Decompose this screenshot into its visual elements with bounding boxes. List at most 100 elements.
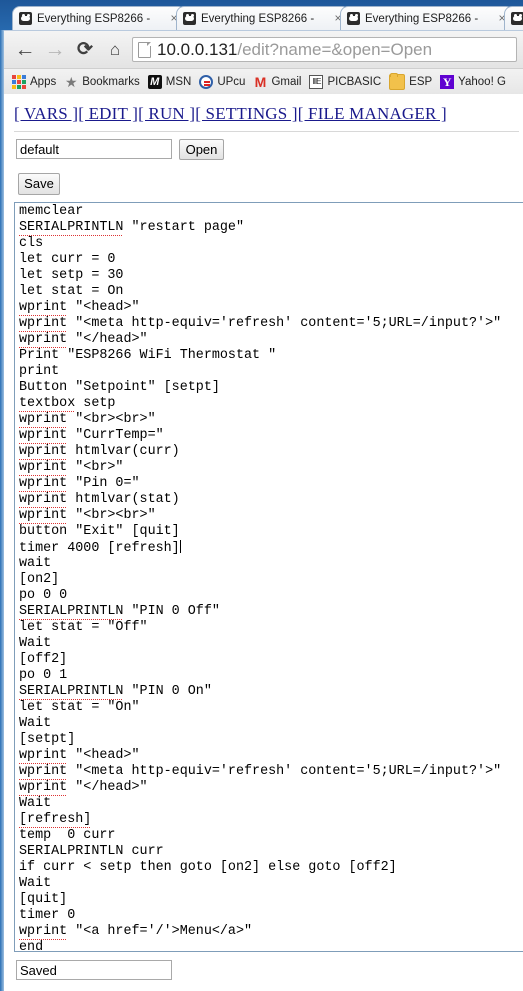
home-icon[interactable]: ⌂ <box>102 38 128 62</box>
code-line: button "Exit" [quit] <box>19 524 180 539</box>
url-text: 10.0.0.131/edit?name=&open=Open <box>157 40 432 60</box>
tab-title: Everything ESP8266 - <box>37 12 151 25</box>
bookmark-label: ESP <box>409 76 433 88</box>
page-nav-links: [ VARS ][ EDIT ][ RUN ][ SETTINGS ][ FIL… <box>14 104 447 124</box>
spellcheck-word: wprint <box>19 924 68 940</box>
page-viewport: [ VARS ][ EDIT ][ RUN ][ SETTINGS ][ FIL… <box>4 94 523 991</box>
code-line: wprint htmlvar(stat) <box>19 492 180 508</box>
code-line: temp 0 curr <box>19 828 116 843</box>
code-line: wprint "<meta http-equiv='refresh' conte… <box>19 316 502 332</box>
reload-icon[interactable]: ⟳ <box>72 38 98 62</box>
bookmark-bookmarks[interactable]: ★ Bookmarks <box>64 75 140 89</box>
picbasic-icon: IIIE <box>309 75 324 89</box>
code-line: Wait <box>19 716 52 731</box>
code-line: po 0 1 <box>19 668 68 683</box>
code-line: let curr = 0 <box>19 252 116 267</box>
bookmark-apps[interactable]: Apps <box>12 75 56 89</box>
code-line: wprint "CurrTemp=" <box>19 428 164 444</box>
tab-title: Everything ESP8266 - <box>201 12 315 25</box>
browser-tab-4[interactable] <box>504 6 523 30</box>
code-line: wprint "<head>" <box>19 300 140 316</box>
code-line: Button "Setpoint" [setpt] <box>19 380 220 395</box>
back-icon[interactable]: ← <box>12 38 38 62</box>
spellcheck-word: wprint <box>19 412 68 428</box>
nav-link-file-manager[interactable]: [ FILE MANAGER ] <box>298 104 447 123</box>
spellcheck-word: wprint <box>19 428 68 444</box>
code-line: let stat = "On" <box>19 700 140 715</box>
text-caret <box>179 540 181 553</box>
spellcheck-word: SERIALPRINTLN <box>19 684 124 700</box>
status-field[interactable] <box>16 960 172 980</box>
forward-icon[interactable]: → <box>42 38 68 62</box>
browser-tab-1[interactable]: Everything ESP8266 - × <box>12 6 186 30</box>
spellcheck-word: wprint <box>19 300 68 316</box>
code-line: [on2] <box>19 572 60 587</box>
spellcheck-word: wprint <box>19 764 68 780</box>
spellcheck-word: SERIALPRINTLN <box>19 220 124 236</box>
browser-chrome: Everything ESP8266 - × Everything ESP826… <box>0 0 523 98</box>
bookmark-esp[interactable]: ESP <box>389 73 433 90</box>
bookmark-label: Bookmarks <box>82 76 140 88</box>
page-document-icon <box>138 41 151 58</box>
spellcheck-word: wprint <box>19 748 68 764</box>
tab-strip: Everything ESP8266 - × Everything ESP826… <box>0 0 523 30</box>
navigation-toolbar: ← → ⟳ ⌂ 10.0.0.131/edit?name=&open=Open <box>4 30 523 69</box>
code-line: Wait <box>19 636 52 651</box>
code-line: let stat = "Off" <box>19 620 148 635</box>
bookmark-upcu[interactable]: UPcu <box>199 75 245 89</box>
code-line: Wait <box>19 876 52 891</box>
bookmark-msn[interactable]: M MSN <box>147 75 192 89</box>
yahoo-icon: Y <box>440 75 455 89</box>
nav-link-settings[interactable]: [ SETTINGS ] <box>195 104 298 123</box>
code-line: SERIALPRINTLN "PIN 0 On" <box>19 684 212 700</box>
code-line: [setpt] <box>19 732 76 747</box>
code-line: [refresh] <box>19 812 523 828</box>
bookmark-label: PICBASIC <box>327 76 382 88</box>
code-line: Print "ESP8266 WiFi Thermostat " <box>19 348 277 363</box>
code-line: SERIALPRINTLN curr <box>19 844 164 859</box>
browser-tab-3[interactable]: Everything ESP8266 - × <box>340 6 514 30</box>
code-line: end <box>19 940 44 952</box>
spellcheck-word: wprint <box>19 444 68 460</box>
esp-favicon-icon <box>511 12 523 25</box>
esp-favicon-icon <box>19 12 32 25</box>
browser-tab-2[interactable]: Everything ESP8266 - × <box>176 6 350 30</box>
nav-link-vars[interactable]: [ VARS ] <box>14 104 78 123</box>
upcu-icon <box>199 75 214 89</box>
msn-icon: M <box>147 75 162 89</box>
code-line: print <box>19 364 60 379</box>
bookmark-gmail[interactable]: M Gmail <box>253 75 302 89</box>
code-line: wait <box>19 556 52 571</box>
bookmark-label: MSN <box>165 76 192 88</box>
nav-link-run[interactable]: [ RUN ] <box>138 104 195 123</box>
bookmark-label: UPcu <box>217 76 246 88</box>
spellcheck-word: textbox <box>19 396 76 412</box>
bookmark-picbasic[interactable]: IIIE PICBASIC <box>309 75 381 89</box>
esp-favicon-icon <box>347 12 360 25</box>
code-editor-textarea[interactable]: memclear SERIALPRINTLN "restart page" cls l… <box>14 202 523 952</box>
code-line: memclear <box>19 204 84 219</box>
open-button[interactable]: Open <box>179 139 224 160</box>
address-bar[interactable]: 10.0.0.131/edit?name=&open=Open <box>132 37 517 62</box>
nav-link-edit[interactable]: [ EDIT ] <box>78 104 138 123</box>
bookmark-label: Gmail <box>271 76 302 88</box>
code-line: if curr < setp then goto [on2] else goto… <box>19 860 397 875</box>
code-line: wprint "<br>" <box>19 460 124 476</box>
code-content: memclear SERIALPRINTLN "restart page" cls l… <box>19 204 523 952</box>
bookmarks-bar: Apps ★ Bookmarks M MSN UPcu M Gmail IIIE… <box>4 68 523 95</box>
url-host: 10.0.0.131 <box>157 39 238 59</box>
code-line: wprint "</head>" <box>19 780 148 796</box>
bookmark-yahoo[interactable]: Y Yahoo! G <box>440 75 506 89</box>
save-button[interactable]: Save <box>18 173 60 195</box>
spellcheck-word: wprint <box>19 508 68 524</box>
code-line: wprint "<a href='/'>Menu</a>" <box>19 924 253 940</box>
spellcheck-word: wprint <box>19 460 68 476</box>
filename-input[interactable] <box>16 139 172 159</box>
tab-title: Everything ESP8266 - <box>365 12 479 25</box>
code-line: SERIALPRINTLN "restart page" <box>19 220 245 236</box>
code-line: wprint "<meta http-equiv='refresh' conte… <box>19 764 502 780</box>
spellcheck-word: wprint <box>19 332 68 348</box>
code-line: wprint "<br><br>" <box>19 412 156 428</box>
code-line: [off2] <box>19 652 68 667</box>
code-line: wprint "</head>" <box>19 332 148 348</box>
